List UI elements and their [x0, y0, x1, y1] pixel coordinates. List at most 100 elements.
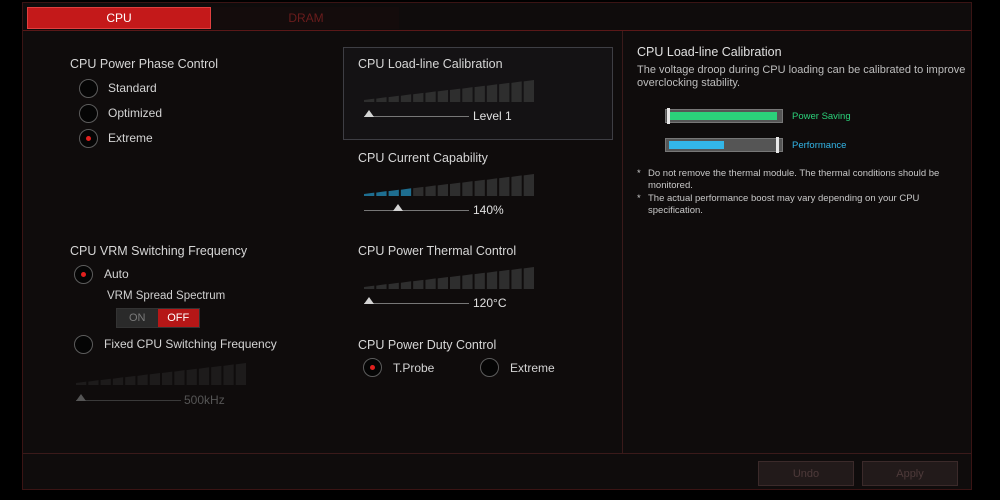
thermal-title: CPU Power Thermal Control [358, 244, 517, 258]
radio-extreme-label: Extreme [108, 131, 153, 145]
radio-fixed-frequency-label: Fixed CPU Switching Frequency [104, 337, 277, 351]
level-bar-segment [425, 185, 436, 196]
level-bar-segment [400, 188, 412, 196]
level-bar-segment [376, 284, 387, 289]
level-bar-segment [198, 367, 210, 385]
help-description: The voltage droop during CPU loading can… [637, 64, 966, 89]
level-bar-segment [499, 176, 510, 196]
toggle-on-option[interactable]: ON [117, 309, 158, 327]
current-level-bars[interactable] [364, 172, 534, 196]
toggle-off-option[interactable]: OFF [157, 309, 199, 327]
radio-vrm-auto[interactable] [74, 265, 93, 284]
level-bar-segment [364, 192, 375, 196]
radio-standard-label: Standard [108, 81, 157, 95]
thermal-slider-thumb[interactable] [364, 297, 374, 304]
radio-standard[interactable] [79, 79, 98, 98]
level-bar-segment [413, 186, 424, 196]
vrm-slider-value: 500kHz [184, 393, 225, 407]
level-bar-segment [523, 174, 534, 196]
legend-marker [776, 137, 779, 153]
legend-power-saving-fill [669, 112, 777, 120]
level-bar-segment [474, 85, 485, 102]
level-bar-segment [486, 271, 498, 289]
level-bar-segment [462, 274, 473, 289]
level-bar-segment [364, 98, 375, 102]
help-note-text: The actual performance boost may vary de… [648, 193, 920, 216]
note-asterisk: * [637, 168, 641, 179]
llc-slider-track[interactable] [364, 116, 469, 117]
radio-vrm-auto-label: Auto [104, 267, 129, 281]
level-bar-segment [211, 365, 222, 385]
level-bar-segment [523, 267, 534, 289]
radio-duty-tprobe[interactable] [363, 358, 382, 377]
radio-extreme[interactable] [79, 129, 98, 148]
note-asterisk: * [637, 193, 641, 204]
level-bar-segment [413, 92, 424, 102]
app-window: CPU DRAM CPU Power Phase Control Standar… [22, 2, 972, 490]
level-bar-segment [462, 87, 473, 102]
level-bar-segment [76, 381, 87, 385]
level-bar-segment [223, 364, 234, 385]
legend-performance-fill [669, 141, 724, 149]
legend-power-saving-bar [665, 108, 783, 124]
level-bar-segment [450, 88, 461, 102]
legend-marker [667, 108, 670, 124]
undo-button[interactable]: Undo [758, 461, 854, 486]
llc-level-bars[interactable] [364, 78, 534, 102]
help-note: * Do not remove the thermal module. The … [637, 168, 967, 192]
help-title: CPU Load-line Calibration [637, 45, 782, 59]
vrm-slider-track[interactable] [76, 400, 181, 401]
level-bar-segment [437, 277, 448, 289]
legend-performance-label: Performance [792, 140, 847, 151]
tab-dram[interactable]: DRAM [213, 7, 399, 29]
level-bar-segment [364, 285, 375, 289]
level-bar-segment [162, 371, 173, 385]
radio-duty-extreme-label: Extreme [510, 361, 555, 375]
level-bar-segment [376, 97, 387, 102]
radio-optimized[interactable] [79, 104, 98, 123]
help-note-text: Do not remove the thermal module. The th… [648, 168, 940, 191]
tab-cpu[interactable]: CPU [27, 7, 211, 29]
phase-control-title: CPU Power Phase Control [70, 57, 218, 71]
radio-duty-extreme[interactable] [480, 358, 499, 377]
level-bar-segment [125, 375, 136, 385]
panel-divider [622, 31, 623, 454]
thermal-slider-track[interactable] [364, 303, 469, 304]
level-bar-segment [388, 189, 399, 196]
footer-divider [23, 453, 971, 454]
level-bar-segment [486, 178, 498, 196]
level-bar-segment [174, 370, 185, 385]
level-bar-segment [235, 363, 246, 385]
level-bar-segment [186, 368, 197, 385]
level-bar-segment [437, 90, 448, 102]
llc-slider-thumb[interactable] [364, 110, 374, 117]
apply-button[interactable]: Apply [862, 461, 958, 486]
level-bar-segment [511, 81, 522, 102]
level-bar-segment [88, 380, 99, 385]
current-slider-track[interactable] [364, 210, 469, 211]
level-bar-segment [499, 269, 510, 289]
level-bar-segment [149, 373, 160, 385]
vrm-slider-thumb[interactable] [76, 394, 86, 401]
llc-slider-value: Level 1 [473, 109, 512, 123]
current-slider-thumb[interactable] [393, 204, 404, 211]
radio-duty-tprobe-label: T.Probe [393, 361, 435, 375]
level-bar-segment [523, 80, 534, 102]
level-bar-segment [499, 82, 510, 102]
level-bar-segment [450, 275, 461, 289]
level-bar-segment [400, 281, 412, 289]
level-bar-segment [474, 179, 485, 196]
level-bar-segment [462, 181, 473, 196]
radio-fixed-frequency[interactable] [74, 335, 93, 354]
thermal-level-bars[interactable] [364, 265, 534, 289]
vrm-title: CPU VRM Switching Frequency [70, 244, 248, 258]
vrm-level-bars[interactable] [76, 361, 246, 385]
level-bar-segment [376, 191, 387, 196]
level-bar-segment [511, 175, 522, 196]
vrm-spread-toggle[interactable]: ON OFF [116, 308, 200, 328]
current-slider-value: 140% [473, 203, 504, 217]
level-bar-segment [137, 374, 148, 385]
vrm-spread-label: VRM Spread Spectrum [107, 290, 226, 302]
legend-power-saving-label: Power Saving [792, 111, 851, 122]
level-bar-segment [112, 377, 124, 385]
